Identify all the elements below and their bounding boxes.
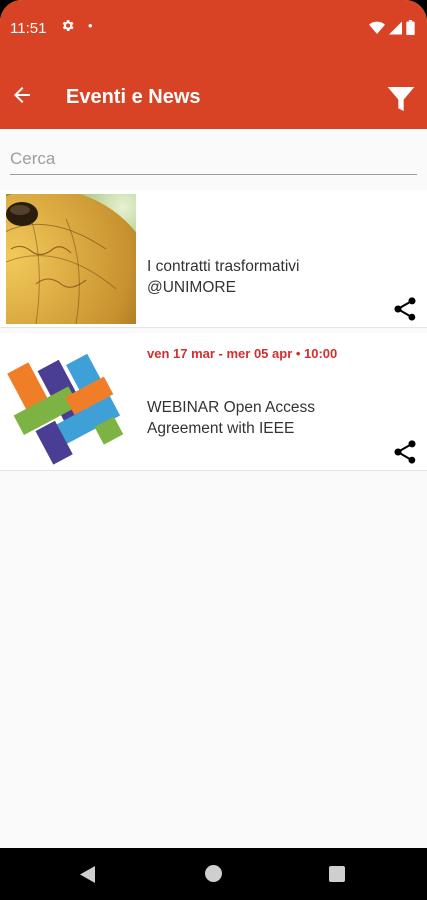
filter-icon[interactable] [385,83,417,115]
wifi-icon [369,21,385,40]
nav-back-icon[interactable] [80,866,96,888]
item-title: WEBINAR Open Access Agreement with IEEE [147,399,315,437]
app-screen: 11:51 • Eventi e News Cerca I contratti … [0,0,427,900]
battery-icon [406,20,415,40]
back-arrow-icon[interactable] [10,83,34,107]
status-time: 11:51 [10,20,47,37]
search-field [10,145,417,175]
list-item[interactable]: I contratti trasformativi @UNIMORE [0,190,427,328]
signal-icon [389,21,402,40]
status-icons [369,20,415,40]
system-nav-bar [0,848,427,900]
settings-gear-icon [60,18,75,37]
page-title: Eventi e News [66,86,201,108]
app-bar: Eventi e News [0,56,427,129]
item-date: ven 17 mar - mer 05 apr • 10:00 [147,346,338,361]
nav-home-icon[interactable] [205,865,222,882]
item-title: I contratti trasformativi @UNIMORE [147,258,300,296]
status-bar: 11:51 • [0,0,427,56]
woven-logo-thumbnail [6,337,136,467]
search-input[interactable] [10,145,417,173]
share-icon[interactable] [391,438,419,466]
list-item[interactable]: ven 17 mar - mer 05 apr • 10:00 WEBINAR … [0,333,427,471]
share-icon[interactable] [391,295,419,323]
nav-recents-icon[interactable] [329,866,345,882]
notification-dot: • [88,18,93,33]
globe-thumbnail [6,194,136,324]
